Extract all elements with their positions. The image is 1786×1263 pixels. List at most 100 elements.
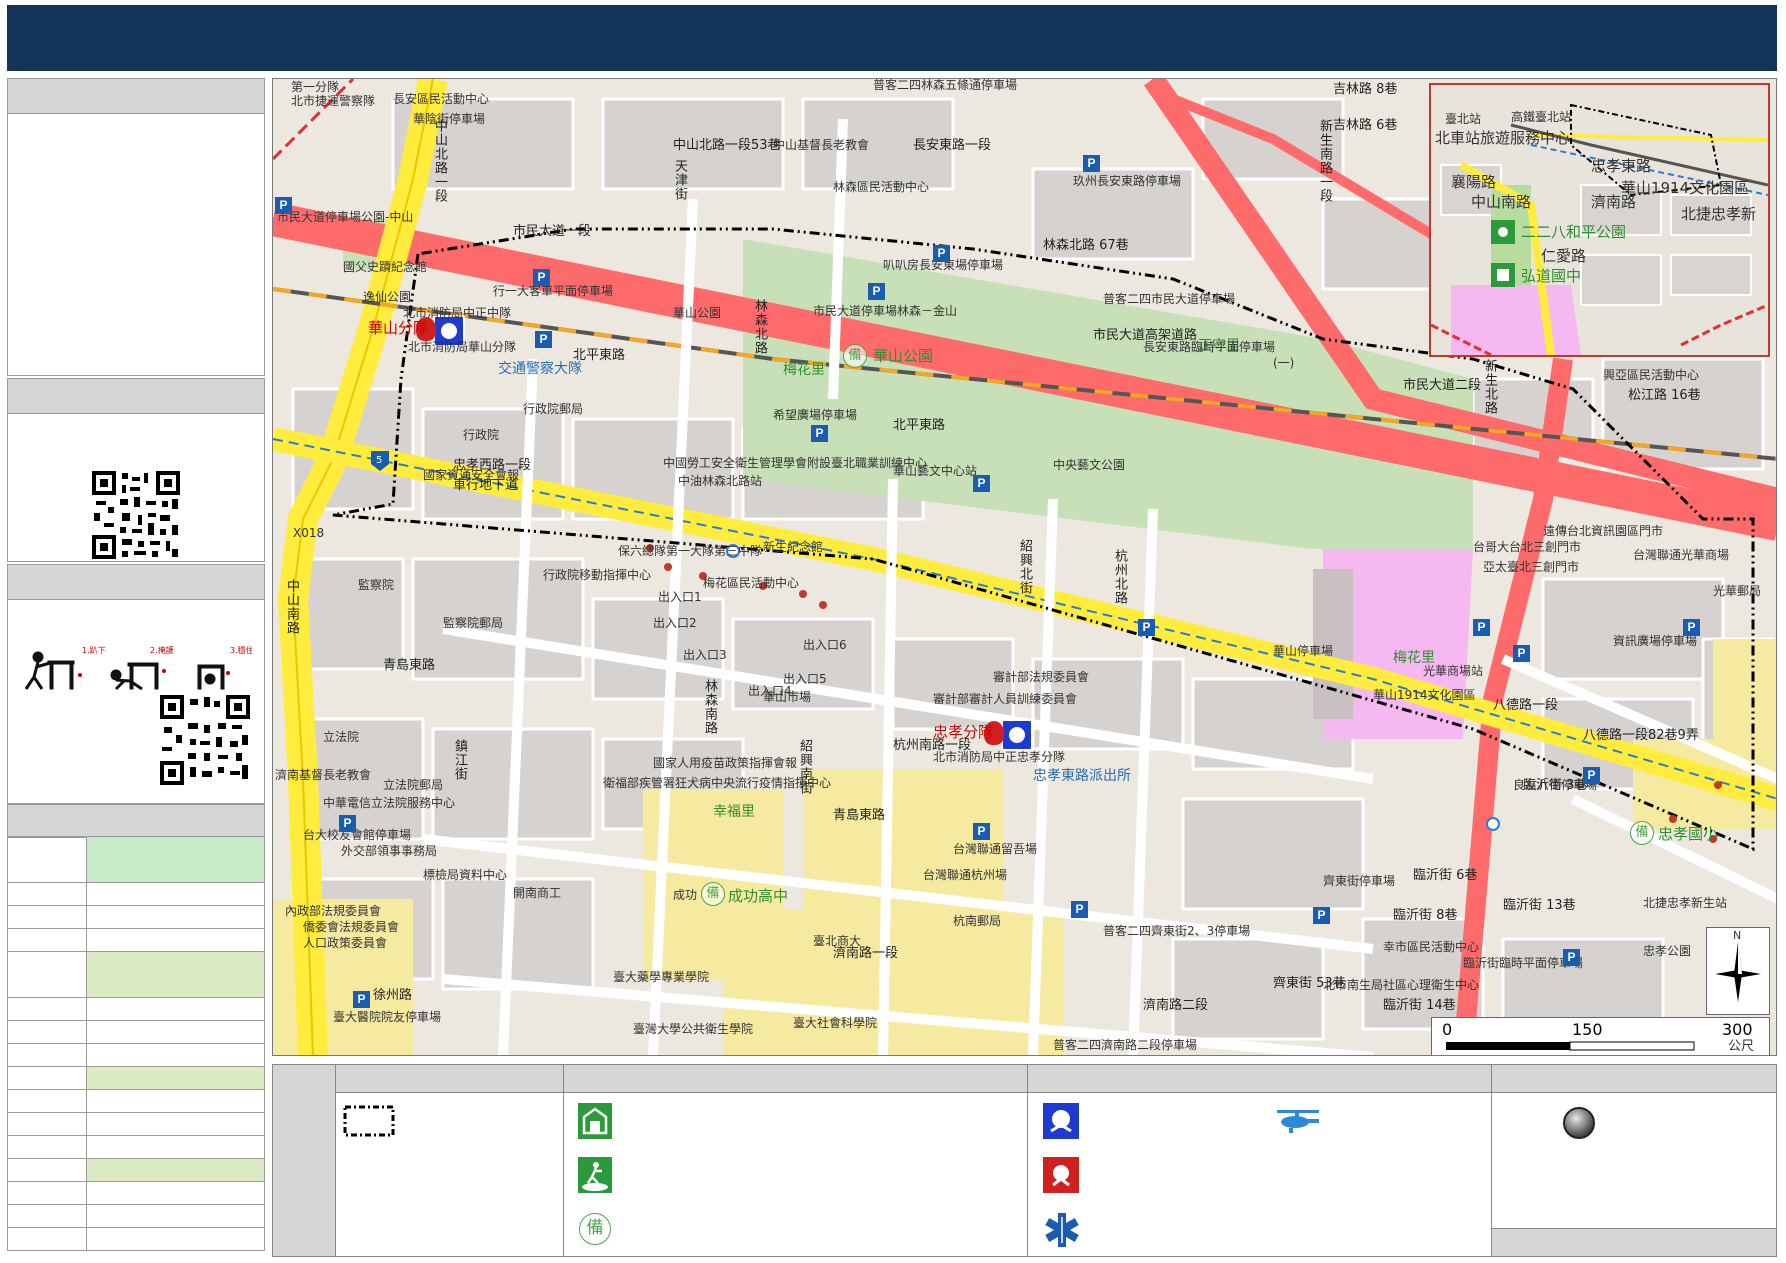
table-cell [86, 1158, 265, 1182]
place-label: X018 [293, 526, 325, 540]
medical-icon [1045, 1213, 1079, 1247]
village-label: 梅花里 [783, 362, 825, 378]
road-label: 杭州北路 [1112, 549, 1127, 605]
police-label: 忠孝東路派出所 [1033, 768, 1131, 784]
road-label: 濟南路一段 [833, 946, 899, 961]
qr-code-2-icon[interactable] [160, 695, 250, 785]
main-map[interactable]: 5 中山北路一段 中山南路 天津街 林森北路 林森南路 杭州北路 紹興北街 紹興… [272, 78, 1777, 1056]
parking-icon: P [973, 823, 990, 840]
place-label: 審計部法規委員會 [993, 670, 1090, 684]
parking-icon: P [533, 269, 550, 286]
place-label: (一) [1273, 356, 1295, 370]
exit-label: 出入口5 [783, 672, 827, 686]
legend-col-shelter [564, 1093, 1028, 1256]
place-label: 立法院 [323, 730, 360, 744]
road-label: 林森南路 [702, 679, 717, 735]
place-label: 僑委會法規委員會 [303, 920, 400, 934]
table-cell [7, 1181, 87, 1205]
svg-text:2.掩護: 2.掩護 [150, 645, 174, 655]
place-label: 華山公園 [673, 306, 722, 320]
police-station-icon[interactable] [1001, 719, 1033, 751]
scale-unit: 公尺 [1728, 1039, 1755, 1054]
place-label: 濟南基督長老教會 [275, 768, 372, 782]
road-label: 青島東路 [383, 658, 436, 673]
reserve-site-icon: 備 [1630, 821, 1654, 845]
place-label: 中華電信立法院服務中心 [323, 796, 456, 810]
table-cell [7, 1204, 87, 1228]
parking-icon: P [868, 283, 885, 300]
road-label: 青島東路 [833, 808, 886, 823]
place-label: 希望廣場停車場 [773, 408, 858, 422]
parking-icon: P [1683, 619, 1700, 636]
park-label: 華山公園 [873, 347, 934, 365]
road-label: 林森北路 [752, 299, 767, 355]
place-label: 台灣聯通光華商場 [1633, 548, 1730, 562]
place-label: 逸仙公園 [363, 290, 412, 304]
place-label: 幸市區民活動中心 [1383, 940, 1480, 954]
evacuation-icon [578, 1157, 612, 1193]
road-label: 中山南路 [284, 579, 299, 635]
place-label: 臺大社會科學院 [793, 1016, 878, 1030]
village-label: 幸福里 [713, 804, 755, 820]
place-label: 立法院郵局 [383, 778, 444, 792]
inset-label: 北捷忠孝新 [1681, 205, 1757, 223]
place-label: 開南商工 [513, 886, 562, 900]
scale-bar-graphic [1446, 1041, 1695, 1051]
parking-icon: P [1513, 645, 1530, 662]
police-icon [1043, 1103, 1079, 1139]
table-cell [7, 1066, 87, 1090]
place-label: 臺大藥學專業學院 [613, 970, 710, 984]
place-label: 標檢局資料中心 [423, 868, 508, 882]
table-cell [7, 997, 87, 1021]
road-label: 八德路一段82巷9弄 [1583, 728, 1699, 743]
road-label: 新生北路 [1482, 359, 1497, 415]
place-label: 華山停車場 [1273, 644, 1334, 658]
drop-cover-hold-icon: 1.趴下 2.掩護 3.穩住 [24, 645, 252, 691]
legend-header-boundary [336, 1065, 564, 1093]
road-label: 濟南路二段 [1143, 998, 1209, 1013]
compass: N [1706, 927, 1770, 1015]
road-label: 市民大道二段 [1403, 378, 1482, 393]
reserve-site-icon: 備 [701, 882, 725, 906]
place-label: 台哥大台北三創門市 [1473, 540, 1582, 554]
inset-label: 臺北站 [1445, 112, 1482, 126]
place-label: 北市消防局華山分隊 [408, 340, 517, 354]
parking-icon: P [811, 425, 828, 442]
table-cell [7, 1227, 87, 1251]
shelter-panel-header [7, 804, 265, 838]
quake-panel: 1.趴下 2.掩護 3.穩住 [7, 564, 265, 804]
inset-label: 華山1914文化園區 [1621, 179, 1750, 197]
place-label: 長安區民活動中心 [393, 92, 490, 106]
place-label: 新生紀念館 [763, 540, 824, 554]
place-label: 行一大客車平面停車場 [493, 284, 614, 298]
table-cell [86, 1112, 265, 1136]
svg-text:1.趴下: 1.趴下 [82, 646, 106, 655]
table-cell [86, 882, 265, 906]
road-label: 長安東路一段 [913, 138, 992, 153]
table-cell [86, 1204, 265, 1228]
legend-side-header [273, 1065, 336, 1256]
road-label: 中山北路一段53巷 [673, 138, 781, 153]
road-label: 臨沂街 8巷 [1393, 908, 1458, 923]
place-label: 中央藝文公園 [1053, 458, 1126, 472]
info-panel [7, 78, 265, 376]
table-cell [86, 1066, 265, 1090]
place-label: 台大校友會館停車場 [303, 828, 412, 842]
place-label: 北市南生局社區心理衛生中心 [1323, 978, 1480, 992]
place-label: 台灣聯通杭州場 [923, 868, 1008, 882]
marker-icon [1563, 1107, 1595, 1139]
place-label: 台灣聯通留吾場 [953, 842, 1038, 856]
place-label: 北捷忠孝新生站 [1643, 896, 1728, 910]
inset-map[interactable]: 臺北站 高鐵臺北站 北車站旅遊服務中心 忠孝東路 襄陽路 華山1914文化園區 … [1429, 83, 1770, 357]
road-label: 林森北路 67巷 [1043, 238, 1129, 253]
qr-code-icon[interactable] [92, 471, 180, 559]
shelter-icon [578, 1103, 612, 1139]
place-label: 光華郵局 [1713, 584, 1762, 598]
inset-label: 北車站旅遊服務中心 [1435, 129, 1571, 147]
fire-station-label: 華山分隊 [368, 319, 429, 337]
inset-label: 高鐵臺北站 [1511, 110, 1572, 124]
compass-rose-icon [1715, 942, 1761, 1002]
table-cell [7, 1112, 87, 1136]
qr-panel-header [8, 379, 264, 414]
road-label: 臨沂街 13巷 [1503, 898, 1576, 913]
